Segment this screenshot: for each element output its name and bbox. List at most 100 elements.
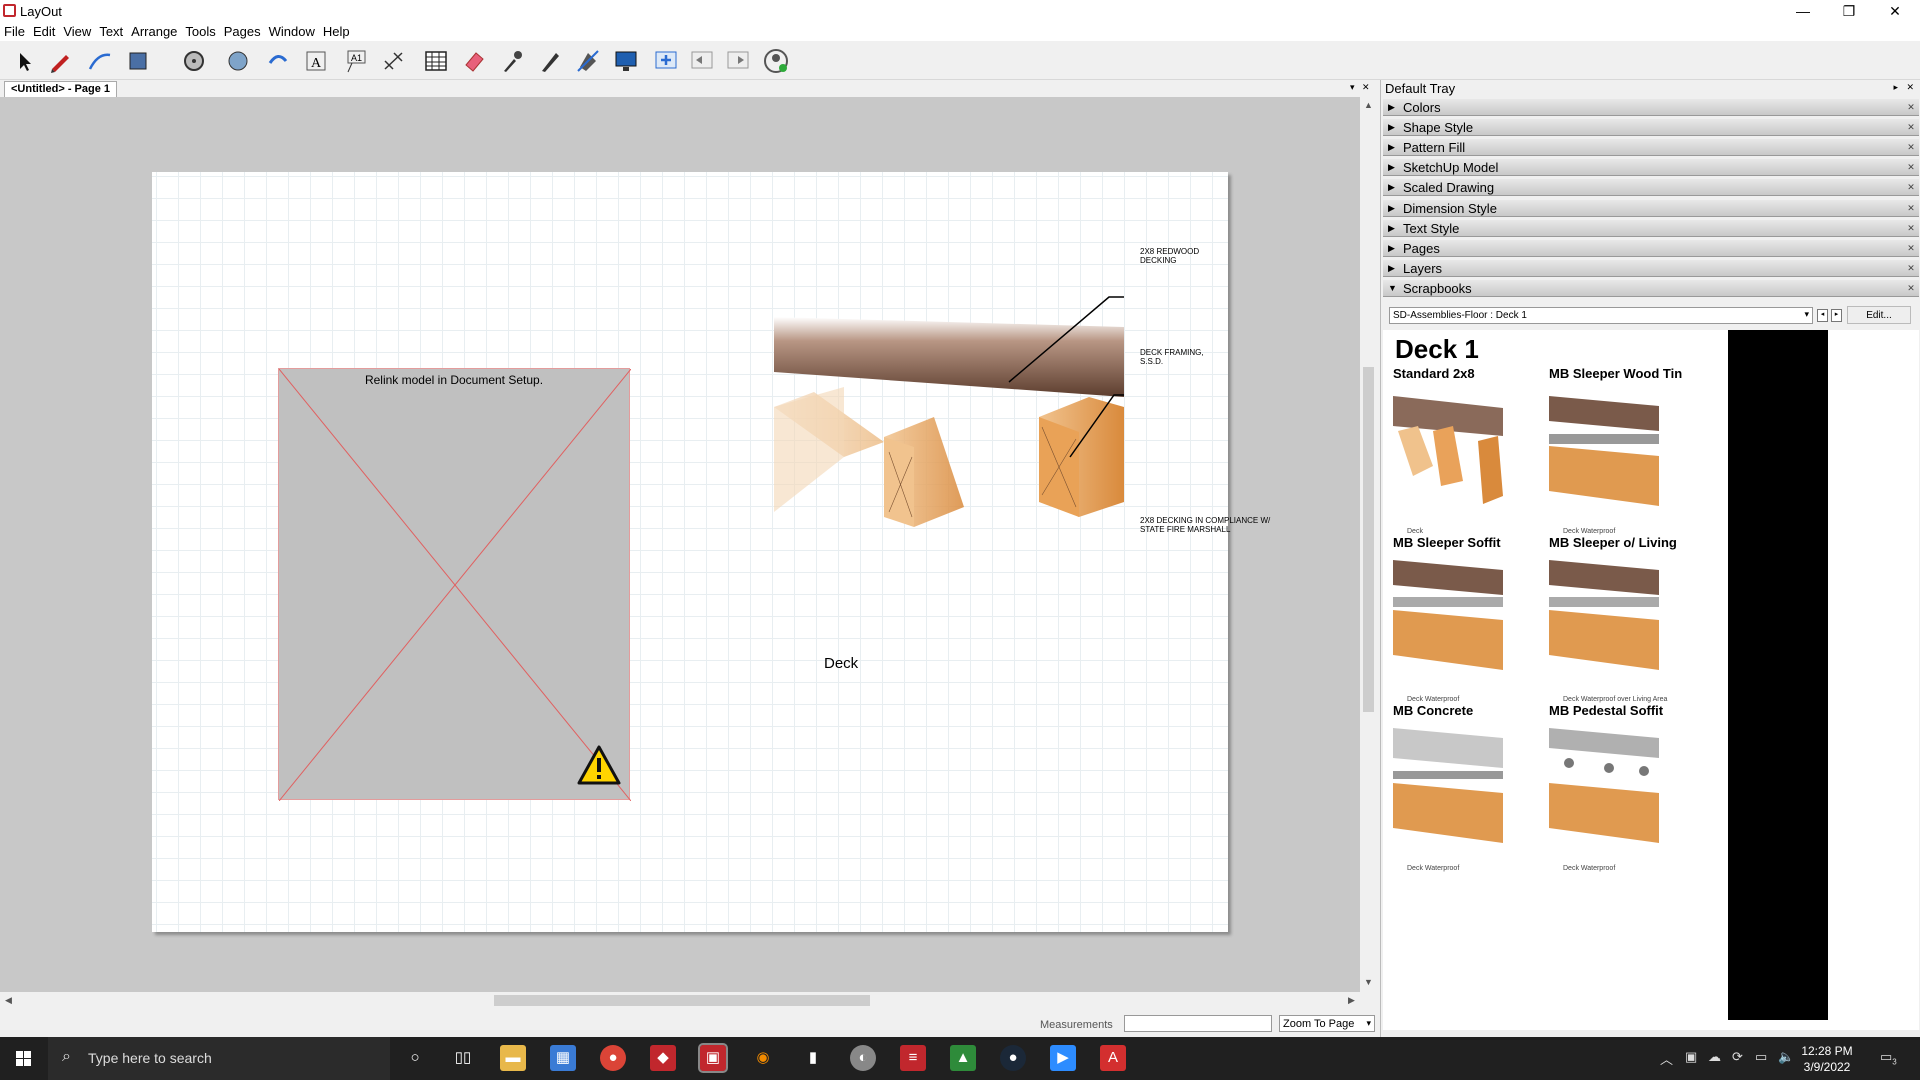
panel-scaled-drawing[interactable]: ▶ Scaled Drawing ✕	[1383, 179, 1919, 196]
present-icon[interactable]	[612, 47, 640, 75]
panel-close-icon[interactable]: ✕	[1905, 141, 1917, 153]
scrap-thumb-standard-2x8[interactable]	[1393, 386, 1523, 526]
select-icon[interactable]	[10, 47, 38, 75]
cloud-icon[interactable]: ☁	[1708, 1049, 1721, 1065]
meet-icon[interactable]: ▣	[1685, 1049, 1697, 1065]
pie-icon[interactable]	[224, 47, 252, 75]
deck-section-drawing[interactable]	[774, 267, 1124, 567]
notification-icon[interactable]: ▭3	[1880, 1049, 1897, 1067]
vertical-scroll-thumb[interactable]	[1363, 367, 1374, 712]
tab-close-icon[interactable]: ✕	[1362, 82, 1370, 93]
panel-close-icon[interactable]: ✕	[1905, 242, 1917, 254]
split-icon[interactable]	[574, 47, 602, 75]
steam-icon[interactable]: ●	[1000, 1045, 1026, 1071]
document-tab[interactable]: <Untitled> - Page 1	[4, 81, 118, 97]
scrap-thumb-concrete[interactable]	[1393, 723, 1523, 863]
panel-colors[interactable]: ▶ Colors ✕	[1383, 99, 1919, 116]
sketchup-icon[interactable]: ◆	[650, 1045, 676, 1071]
scrapbook-next-icon[interactable]: ▸	[1831, 309, 1842, 322]
scroll-right-icon[interactable]: ▶	[1348, 995, 1355, 1006]
clapper-icon[interactable]: ▮	[800, 1045, 826, 1071]
shape-icon[interactable]	[124, 47, 152, 75]
tray-pin-icon[interactable]: ▸	[1893, 82, 1898, 93]
update-icon[interactable]: ⟳	[1732, 1049, 1743, 1065]
panel-close-icon[interactable]: ✕	[1905, 181, 1917, 193]
scrap-thumb-sleeper-wood[interactable]	[1549, 386, 1679, 526]
eraser-icon[interactable]	[460, 47, 488, 75]
task-view-icon[interactable]: ▯▯	[450, 1045, 476, 1071]
panel-sketchup-model[interactable]: ▶ SketchUp Model ✕	[1383, 159, 1919, 176]
menu-arrange[interactable]: Arrange	[127, 22, 181, 39]
menu-pages[interactable]: Pages	[220, 22, 265, 39]
taskbar-clock[interactable]: 12:28 PM 3/9/2022	[1792, 1043, 1862, 1075]
scroll-left-icon[interactable]: ◀	[5, 995, 12, 1006]
horizontal-scroll-thumb[interactable]	[494, 995, 870, 1006]
panel-close-icon[interactable]: ✕	[1905, 282, 1917, 294]
scrap-thumb-sleeper-soffit[interactable]	[1393, 555, 1523, 695]
scrap-thumb-sleeper-living[interactable]	[1549, 555, 1679, 695]
taskbar-search[interactable]: ⌕ Type here to search	[48, 1037, 390, 1080]
circle-icon[interactable]	[180, 47, 208, 75]
sample-icon[interactable]	[498, 47, 526, 75]
network-icon[interactable]: ▭	[1755, 1049, 1767, 1065]
blender-icon[interactable]: ◉	[750, 1045, 776, 1071]
cortana-icon[interactable]: ○	[402, 1045, 428, 1071]
store-icon[interactable]: ▦	[550, 1045, 576, 1071]
tab-menu-icon[interactable]: ▾	[1350, 82, 1355, 93]
next-page-icon[interactable]	[724, 47, 752, 75]
layout-stack-icon[interactable]: ≡	[900, 1045, 926, 1071]
scroll-down-icon[interactable]: ▼	[1364, 977, 1373, 987]
document-page[interactable]: Relink model in Document Setup. 2X8 REDW…	[152, 172, 1270, 932]
scrapbook-page[interactable]: Deck 1 Standard 2x8 Deck MB Sleeper Wood…	[1383, 330, 1919, 1030]
panel-close-icon[interactable]: ✕	[1905, 101, 1917, 113]
panel-pages[interactable]: ▶ Pages ✕	[1383, 240, 1919, 257]
panel-shape-style[interactable]: ▶ Shape Style ✕	[1383, 119, 1919, 136]
table-icon[interactable]	[422, 47, 450, 75]
vertical-scrollbar[interactable]: ▲ ▼	[1360, 97, 1377, 992]
restore-button[interactable]: ❐	[1826, 0, 1872, 22]
menu-tools[interactable]: Tools	[181, 22, 219, 39]
horizontal-scrollbar[interactable]: ◀ ▶	[0, 992, 1360, 1009]
scrap-thumb-pedestal-soffit[interactable]	[1549, 723, 1679, 863]
chevron-up-icon[interactable]: ︿	[1660, 1049, 1673, 1068]
menu-view[interactable]: View	[59, 22, 95, 39]
office-icon[interactable]: ▲	[950, 1045, 976, 1071]
file-explorer-icon[interactable]: ▬	[500, 1045, 526, 1071]
dimension-icon[interactable]	[380, 47, 408, 75]
menu-file[interactable]: File	[0, 22, 29, 39]
acrobat-icon[interactable]: A	[1100, 1045, 1126, 1071]
scrapbook-select[interactable]: SD-Assemblies-Floor : Deck 1 ▾	[1389, 307, 1813, 324]
scrapbook-edit-button[interactable]: Edit...	[1847, 306, 1911, 324]
menu-window[interactable]: Window	[265, 22, 319, 39]
panel-text-style[interactable]: ▶ Text Style ✕	[1383, 220, 1919, 237]
drawing-canvas[interactable]: Relink model in Document Setup. 2X8 REDW…	[0, 97, 1360, 992]
account-icon[interactable]	[762, 47, 790, 75]
style-icon[interactable]	[536, 47, 564, 75]
menu-text[interactable]: Text	[95, 22, 127, 39]
panel-dimension-style[interactable]: ▶ Dimension Style ✕	[1383, 200, 1919, 217]
rotate-icon[interactable]	[264, 47, 292, 75]
globe-icon[interactable]: ◐	[850, 1045, 876, 1071]
tray-close-icon[interactable]: ✕	[1906, 82, 1914, 93]
missing-model-viewport[interactable]: Relink model in Document Setup.	[278, 368, 631, 801]
panel-close-icon[interactable]: ✕	[1905, 121, 1917, 133]
label-icon[interactable]: A1	[342, 47, 370, 75]
layout-taskbar-icon[interactable]: ▣	[698, 1043, 728, 1073]
pencil-icon[interactable]	[46, 47, 74, 75]
add-page-icon[interactable]	[652, 47, 680, 75]
panel-close-icon[interactable]: ✕	[1905, 161, 1917, 173]
prev-page-icon[interactable]	[688, 47, 716, 75]
panel-close-icon[interactable]: ✕	[1905, 262, 1917, 274]
panel-scrapbooks[interactable]: ▼ Scrapbooks ✕	[1383, 280, 1919, 297]
text-icon[interactable]: A	[302, 47, 330, 75]
zoom-select[interactable]: Zoom To Page ▾	[1279, 1015, 1375, 1032]
scrapbook-prev-icon[interactable]: ◂	[1817, 309, 1828, 322]
minimize-button[interactable]: —	[1780, 0, 1826, 22]
chrome-icon[interactable]: ●	[600, 1045, 626, 1071]
scroll-up-icon[interactable]: ▲	[1364, 100, 1373, 110]
measurements-field[interactable]	[1124, 1015, 1272, 1032]
panel-layers[interactable]: ▶ Layers ✕	[1383, 260, 1919, 277]
panel-pattern-fill[interactable]: ▶ Pattern Fill ✕	[1383, 139, 1919, 156]
menu-edit[interactable]: Edit	[29, 22, 59, 39]
deck-caption[interactable]: Deck	[824, 655, 858, 672]
